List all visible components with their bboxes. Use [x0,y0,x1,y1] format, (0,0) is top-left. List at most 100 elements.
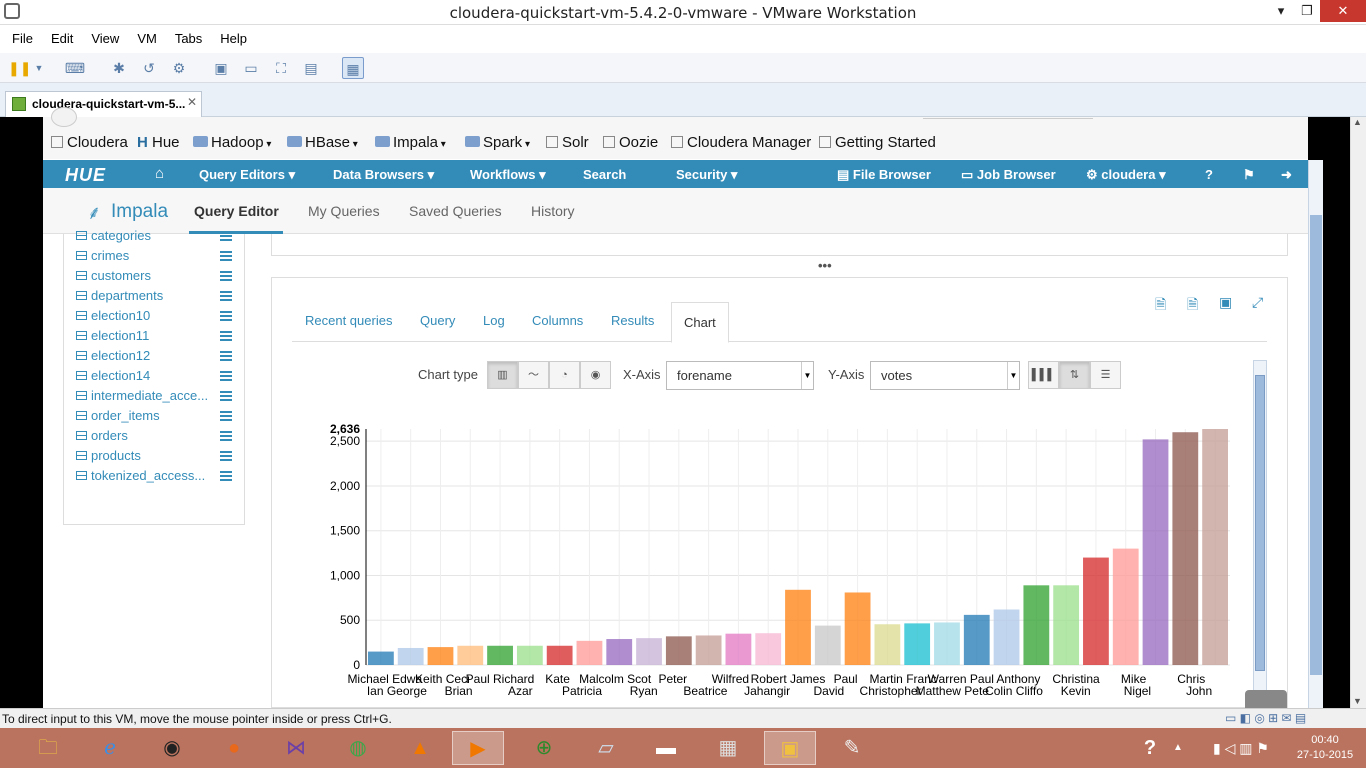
scroll-down-icon[interactable]: ▼ [1353,696,1362,706]
back-button[interactable] [51,107,77,127]
map-chart-icon[interactable]: ◉ [580,361,611,389]
bookmark-getting-started[interactable]: Getting Started [819,134,936,151]
snapshot-icon[interactable]: ✱ [108,57,130,79]
paint-icon[interactable]: ✎ [826,731,878,765]
tab-query[interactable]: Query [420,313,455,328]
vm-tab-close-icon[interactable]: ✕ [187,95,197,109]
bookmark-spark[interactable]: Spark ▾ [465,134,530,151]
app-title[interactable]: Impala [111,201,168,223]
vm-tab[interactable]: cloudera-quickstart-vm-5... ✕ [5,91,202,117]
list-icon[interactable] [220,331,232,341]
fullscreen-icon[interactable]: ⛶ [270,57,292,79]
nav-job-browser[interactable]: ▭ Job Browser [961,167,1056,183]
tab-saved-queries[interactable]: Saved Queries [409,203,502,219]
vlc-icon[interactable]: ▲ [394,731,446,765]
table-item[interactable]: election14 [76,368,238,386]
table-item[interactable]: election11 [76,328,238,346]
menu-file[interactable]: File [0,25,39,46]
menu-view[interactable]: View [79,25,125,46]
list-icon[interactable] [220,251,232,261]
command-prompt-icon[interactable]: ▬ [640,731,692,765]
resize-handle[interactable]: ••• [818,258,832,273]
list-icon[interactable] [220,471,232,481]
unity-icon[interactable]: ▤ [300,57,322,79]
nav-search[interactable]: Search [583,167,626,182]
scroll-up-icon[interactable]: ▲ [1353,117,1362,127]
bookmark-hadoop[interactable]: Hadoop ▾ [193,134,271,151]
flag-icon[interactable]: ⚑ [1243,167,1255,183]
table-item[interactable]: categories [76,228,238,246]
nav-security[interactable]: Security ▾ [676,167,737,183]
home-icon[interactable]: ⌂ [155,165,164,182]
table-item[interactable]: customers [76,268,238,286]
table-item[interactable]: election12 [76,348,238,366]
list-icon[interactable] [220,271,232,281]
internet-explorer-icon[interactable]: ℯ [84,731,136,765]
xaxis-select[interactable]: forename ▼ [666,361,814,390]
tab-log[interactable]: Log [483,313,505,328]
logout-icon[interactable]: ➜ [1281,167,1292,183]
close-button[interactable]: ✕ [1320,0,1366,22]
window-scrollbar[interactable]: ▲ ▼ [1350,117,1366,708]
list-icon[interactable] [220,411,232,421]
tray-expand-icon[interactable]: ▲ [1168,731,1188,765]
list-icon[interactable] [220,311,232,321]
menu-vm[interactable]: VM [125,25,163,46]
scroll-to-top-button[interactable] [1245,690,1287,708]
tab-history[interactable]: History [531,203,575,219]
menu-help[interactable]: Help [208,25,253,46]
table-item[interactable]: tokenized_access... [76,468,238,486]
scrollbar-thumb[interactable] [1310,215,1322,675]
list-icon[interactable] [220,231,232,241]
hue-logo[interactable]: HUE [65,165,106,186]
table-item[interactable]: order_items [76,408,238,426]
console-view-icon[interactable]: ▭ [240,57,262,79]
pie-chart-icon[interactable]: ◔ [549,361,580,389]
visual-studio-icon[interactable]: ⋈ [270,731,322,765]
bookmark-impala[interactable]: Impala ▾ [375,134,446,151]
sort-none-icon[interactable]: ▌▌▌ [1028,361,1059,389]
firefox-icon[interactable]: ● [208,731,260,765]
tab-query-editor[interactable]: Query Editor [194,203,279,219]
line-chart-icon[interactable]: 〜 [518,361,549,389]
firewall-icon[interactable]: ▦ [702,731,754,765]
chart-scrollbar[interactable] [1253,360,1267,710]
bookmark-solr[interactable]: Solr [546,134,589,151]
table-item[interactable]: intermediate_acce... [76,388,238,406]
media-player-icon[interactable]: ◉ [146,731,198,765]
list-icon[interactable] [220,431,232,441]
download-manager-icon[interactable]: ⊕ [518,731,570,765]
snapshot-manager-icon[interactable]: ⚙ [168,57,190,79]
table-item[interactable]: election10 [76,308,238,326]
bookmark-hue[interactable]: H Hue [137,134,180,151]
menu-tabs[interactable]: Tabs [163,25,208,46]
dropdown-arrow-icon[interactable]: ▼ [28,57,50,79]
nav-user-menu[interactable]: ⚙ cloudera ▾ [1086,167,1166,183]
bookmark-oozie[interactable]: Oozie [603,134,658,151]
table-item[interactable]: orders [76,428,238,446]
page-scrollbar[interactable] [1308,160,1323,708]
notepad-icon[interactable]: ▱ [580,731,632,765]
minimize-button[interactable]: ▾ [1268,0,1294,22]
nav-query-editors[interactable]: Query Editors ▾ [199,167,295,183]
tab-columns[interactable]: Columns [532,313,583,328]
list-icon[interactable] [220,391,232,401]
tab-recent-queries[interactable]: Recent queries [305,313,392,328]
system-clock[interactable]: 00:40 27-10-2015 [1290,733,1360,763]
tab-my-queries[interactable]: My Queries [308,203,380,219]
help-icon[interactable]: ? [1205,167,1213,182]
list-icon[interactable] [220,451,232,461]
table-item[interactable]: products [76,448,238,466]
bookmark-cloudera-manager[interactable]: Cloudera Manager [671,134,811,151]
file-explorer-icon[interactable]: 🗀 [22,731,74,765]
bar-chart-icon[interactable]: ▥ [487,361,518,389]
tab-results[interactable]: Results [611,313,654,328]
device-icons[interactable]: ▭ ◧ ◎ ⊞ ✉ ▤ [1225,711,1306,725]
chrome-icon[interactable]: ◍ [332,731,384,765]
table-item[interactable]: departments [76,288,238,306]
scrollbar-thumb[interactable] [1255,375,1265,671]
nav-file-browser[interactable]: ▤ File Browser [837,167,931,183]
media-app-icon[interactable]: ▶ [452,731,504,765]
table-item[interactable]: crimes [76,248,238,266]
pause-icon[interactable]: ❚❚ [8,57,31,79]
